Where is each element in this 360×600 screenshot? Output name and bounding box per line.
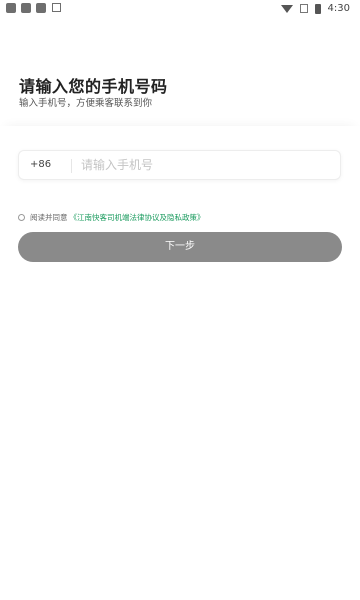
- phone-input[interactable]: [81, 155, 331, 175]
- form-card: [0, 126, 360, 600]
- status-right-icons: 4:30: [280, 3, 350, 14]
- storage-icon: [52, 3, 61, 12]
- notification-icon: [6, 3, 16, 13]
- notification-icon: [21, 3, 31, 13]
- phone-input-box[interactable]: +86: [18, 150, 341, 180]
- agreement-checkbox[interactable]: [18, 214, 25, 221]
- agreement-row: 阅读并同意 《江南快客司机端法律协议及隐私政策》: [18, 212, 205, 223]
- page-title: 请输入您的手机号码: [19, 77, 168, 96]
- status-left-icons: [6, 3, 61, 13]
- status-time: 4:30: [327, 3, 350, 14]
- next-button[interactable]: 下一步: [18, 232, 342, 262]
- agreement-prefix: 阅读并同意: [30, 213, 68, 222]
- page-subtitle: 输入手机号，方便乘客联系到你: [19, 98, 153, 109]
- country-code[interactable]: +86: [30, 159, 51, 170]
- status-bar: 4:30: [0, 0, 360, 22]
- agreement-link[interactable]: 《江南快客司机端法律协议及隐私政策》: [70, 212, 205, 223]
- signal-icon: [299, 4, 308, 13]
- divider: [71, 159, 72, 173]
- battery-icon: [314, 3, 321, 14]
- wifi-icon: [280, 4, 293, 13]
- notification-icon: [36, 3, 46, 13]
